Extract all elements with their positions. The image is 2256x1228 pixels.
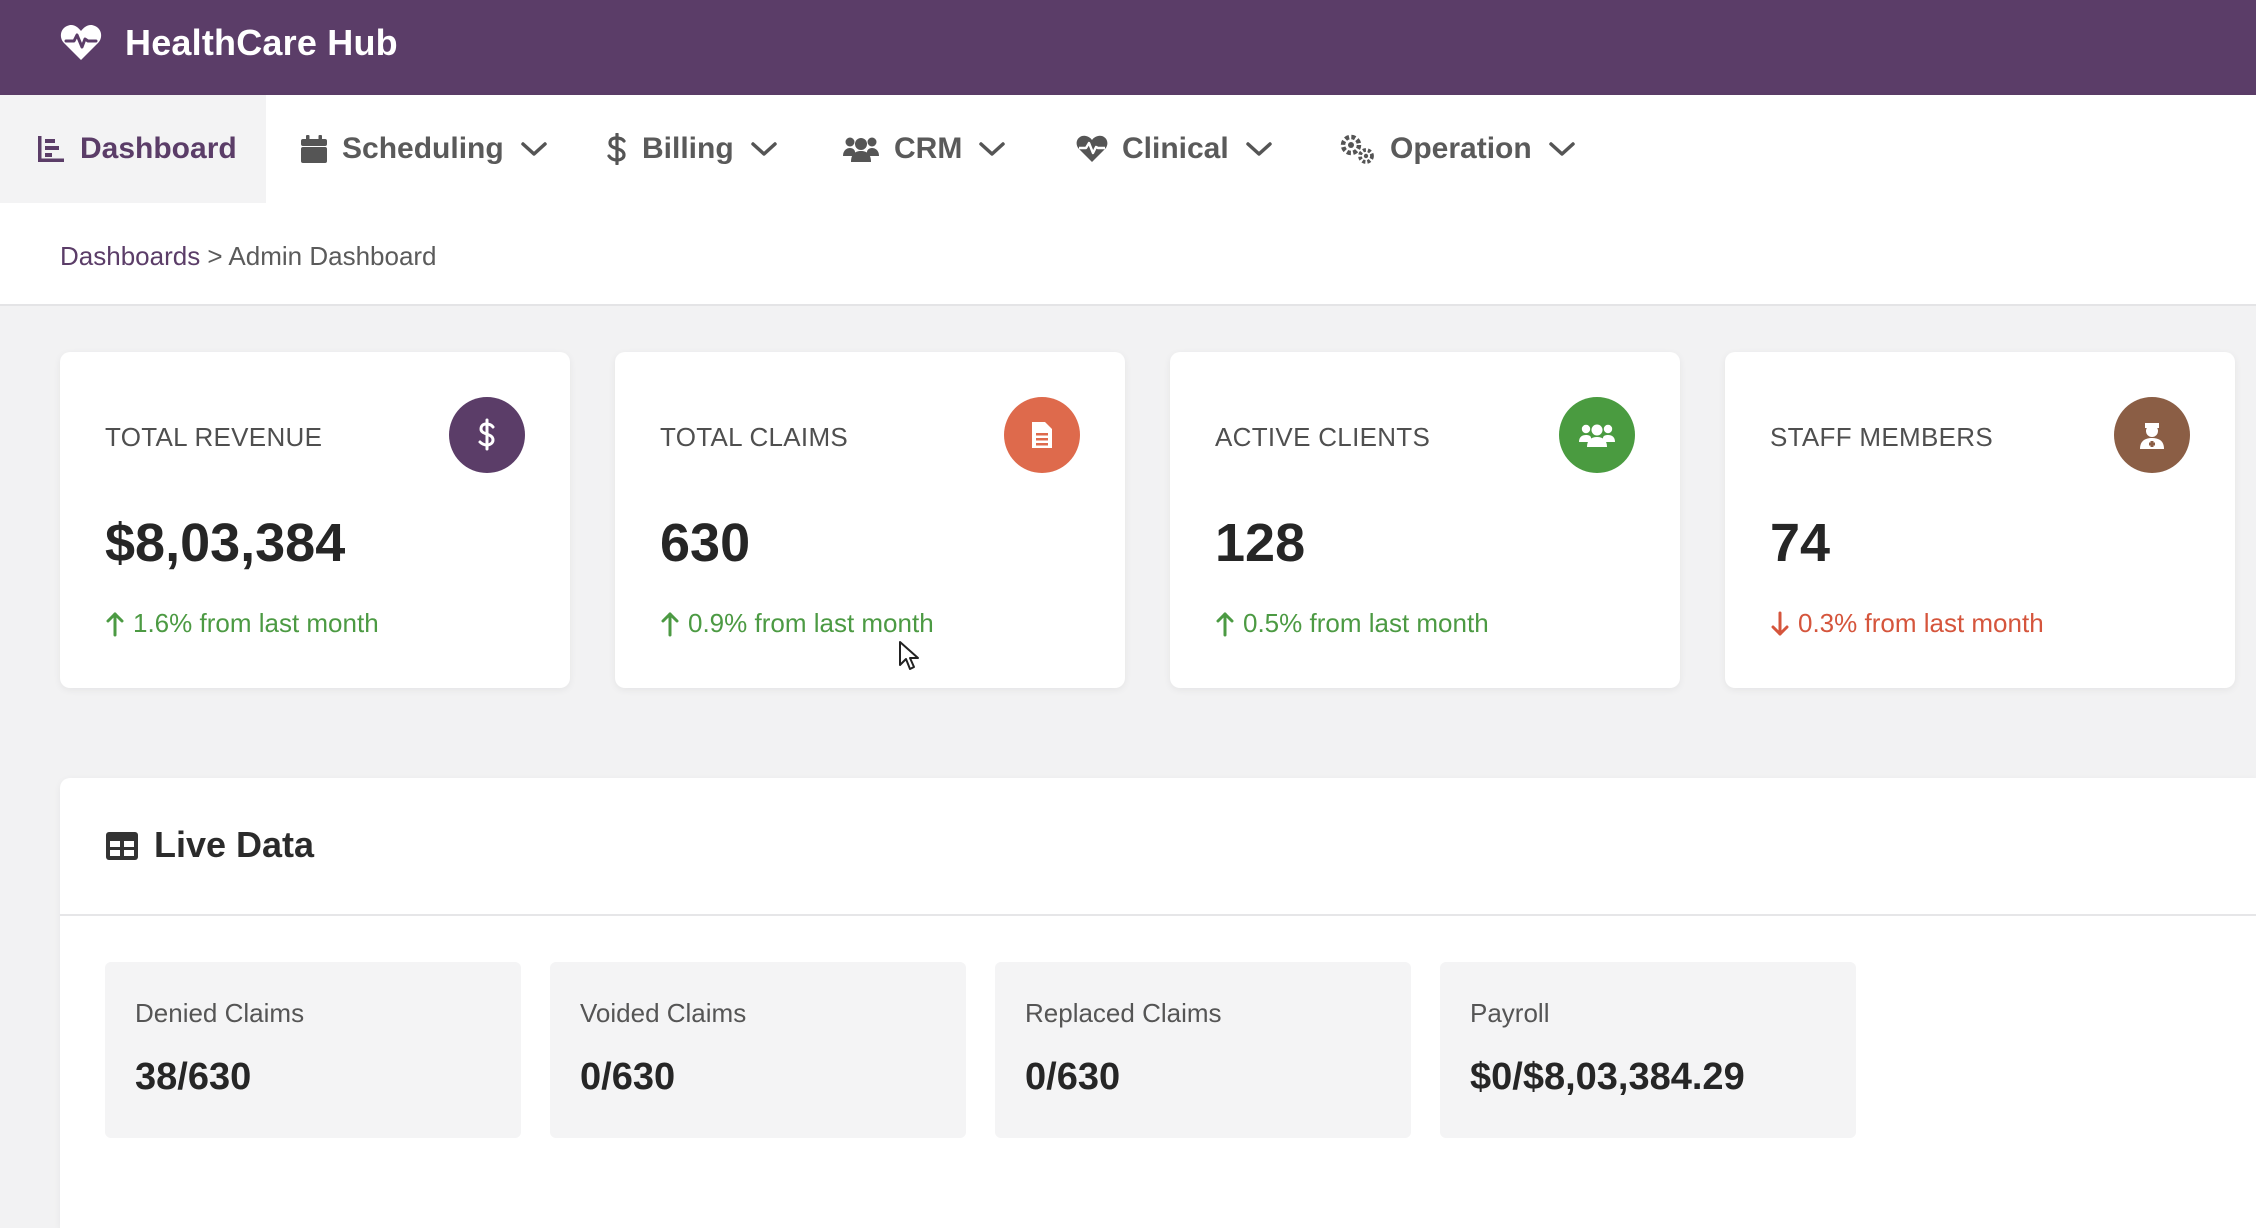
chart-bar-icon (38, 136, 64, 162)
arrow-up-icon (106, 612, 124, 636)
dollar-icon (449, 397, 525, 473)
stat-change-text: 0.9% from last month (688, 608, 934, 638)
live-card-voided-claims: Voided Claims 0/630 (550, 962, 966, 1138)
nav-operation-label: Operation (1390, 132, 1532, 165)
live-data-title: Live Data (154, 824, 315, 865)
nav-operation[interactable]: Operation (1338, 95, 1576, 203)
nav-crm-label: CRM (894, 132, 963, 165)
stat-card-staff-members: STAFF MEMBERS 74 0.3% from last month (1725, 352, 2235, 688)
document-icon (1004, 397, 1080, 473)
stat-value: 74 (1770, 513, 1831, 573)
nav-billing[interactable]: Billing (606, 95, 778, 203)
stat-label: ACTIVE CLIENTS (1215, 422, 1431, 452)
chevron-down-icon (979, 142, 1006, 156)
stat-card-total-claims: TOTAL CLAIMS 630 0.9% from last month (615, 352, 1125, 688)
arrow-up-icon (1216, 612, 1234, 636)
breadcrumb-current: Admin Dashboard (228, 241, 437, 271)
nav-scheduling[interactable]: Scheduling (300, 95, 548, 203)
stat-change-text: 1.6% from last month (133, 608, 379, 638)
stat-change: 0.9% from last month (660, 608, 934, 639)
chevron-down-icon (750, 142, 777, 156)
breadcrumb-bar: Dashboards > Admin Dashboard (0, 203, 2256, 306)
users-icon (1559, 397, 1635, 473)
breadcrumb-dashboards-link[interactable]: Dashboards (60, 241, 200, 271)
nav-clinical[interactable]: Clinical (1076, 95, 1273, 203)
stat-change: 0.3% from last month (1770, 608, 2044, 639)
nav-scheduling-label: Scheduling (342, 132, 504, 165)
stat-change: 0.5% from last month (1215, 608, 1489, 639)
chevron-down-icon (1245, 142, 1272, 156)
stat-card-total-revenue: TOTAL REVENUE $8,03,384 1.6% from last m… (60, 352, 570, 688)
live-data-panel: Live Data Denied Claims 38/630 Voided Cl… (60, 778, 2256, 1228)
stat-label: TOTAL CLAIMS (660, 422, 849, 452)
arrow-down-icon (1771, 611, 1789, 635)
live-card-label: Voided Claims (580, 998, 747, 1028)
app-title: HealthCare Hub (125, 22, 398, 63)
stat-card-active-clients: ACTIVE CLIENTS 128 0.5% from last month (1170, 352, 1680, 688)
live-card-label: Denied Claims (135, 998, 305, 1028)
stat-label: TOTAL REVENUE (105, 422, 323, 452)
chevron-down-icon (520, 142, 547, 156)
live-card-label: Replaced Claims (1025, 998, 1222, 1028)
stat-value: $8,03,384 (105, 513, 346, 573)
stat-change: 1.6% from last month (105, 608, 379, 639)
stat-change-text: 0.3% from last month (1798, 608, 2044, 638)
live-card-value: $0/$8,03,384.29 (1470, 1056, 1745, 1098)
breadcrumb-separator: > (200, 241, 229, 271)
live-card-denied-claims: Denied Claims 38/630 (105, 962, 521, 1138)
chevron-down-icon (1548, 142, 1575, 156)
app-header: HealthCare Hub (0, 0, 2256, 95)
nav-dashboard[interactable]: Dashboard (0, 95, 266, 203)
live-card-replaced-claims: Replaced Claims 0/630 (995, 962, 1411, 1138)
user-nurse-icon (2114, 397, 2190, 473)
stat-label: STAFF MEMBERS (1770, 422, 1993, 452)
dollar-icon (607, 133, 626, 165)
breadcrumb: Dashboards > Admin Dashboard (60, 241, 437, 272)
live-card-value: 0/630 (1025, 1056, 1121, 1098)
cogs-icon (1340, 134, 1374, 164)
calendar-icon (301, 135, 327, 163)
heart-pulse-icon (60, 24, 102, 60)
users-icon (843, 137, 879, 162)
stat-change-text: 0.5% from last month (1243, 608, 1489, 638)
mouse-cursor-icon (899, 641, 919, 670)
live-data-header: Live Data (60, 778, 2256, 916)
nav-dashboard-label: Dashboard (80, 132, 237, 165)
arrow-up-icon (661, 612, 679, 636)
live-card-payroll: Payroll $0/$8,03,384.29 (1440, 962, 1856, 1138)
heart-pulse-icon (1076, 135, 1108, 162)
live-card-label: Payroll (1470, 998, 1550, 1028)
main-nav: Dashboard Scheduling Billing CRM Clinica… (0, 95, 2256, 203)
nav-billing-label: Billing (642, 132, 734, 165)
live-card-value: 38/630 (135, 1056, 252, 1098)
stat-value: 630 (660, 513, 751, 573)
live-card-value: 0/630 (580, 1056, 676, 1098)
nav-crm[interactable]: CRM (842, 95, 1006, 203)
table-icon (106, 832, 138, 860)
nav-clinical-label: Clinical (1122, 132, 1229, 165)
stat-value: 128 (1215, 513, 1306, 573)
